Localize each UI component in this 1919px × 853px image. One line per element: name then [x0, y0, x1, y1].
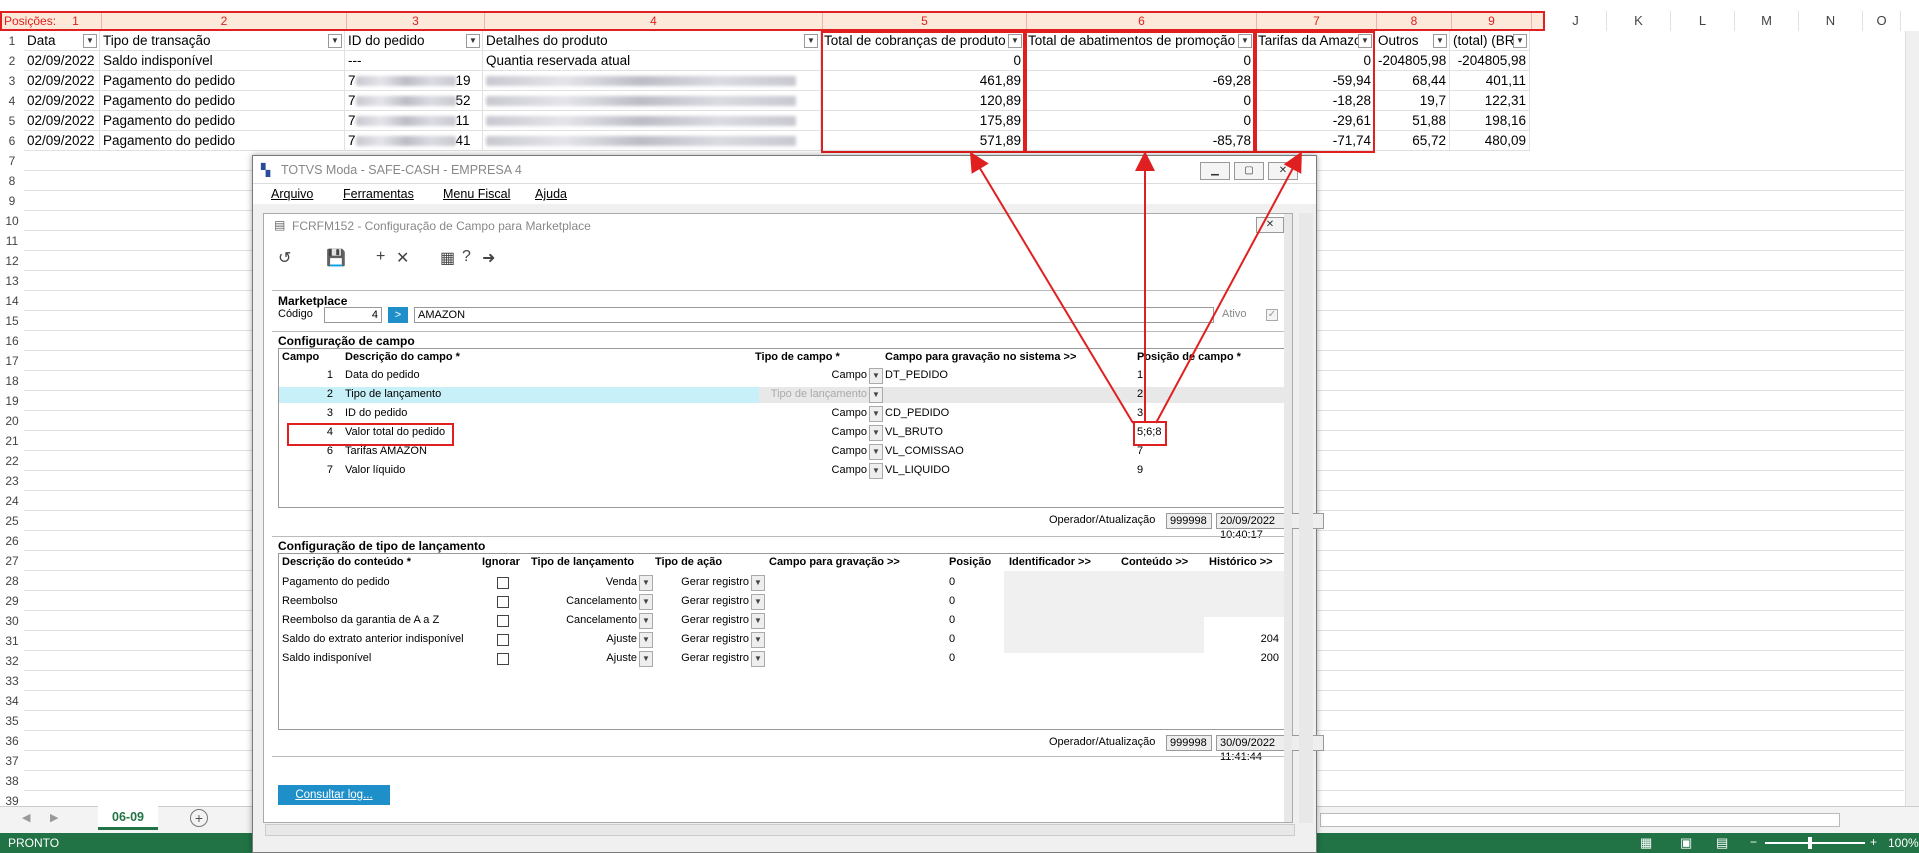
arrow-to-col5: [969, 151, 1134, 424]
annotation-arrows: [969, 151, 1302, 424]
arrow-to-col7: [1155, 151, 1302, 424]
spreadsheet: 1 Posições: 1 2 3 4 5 6 7 8 9 J K L M N …: [0, 0, 1919, 853]
